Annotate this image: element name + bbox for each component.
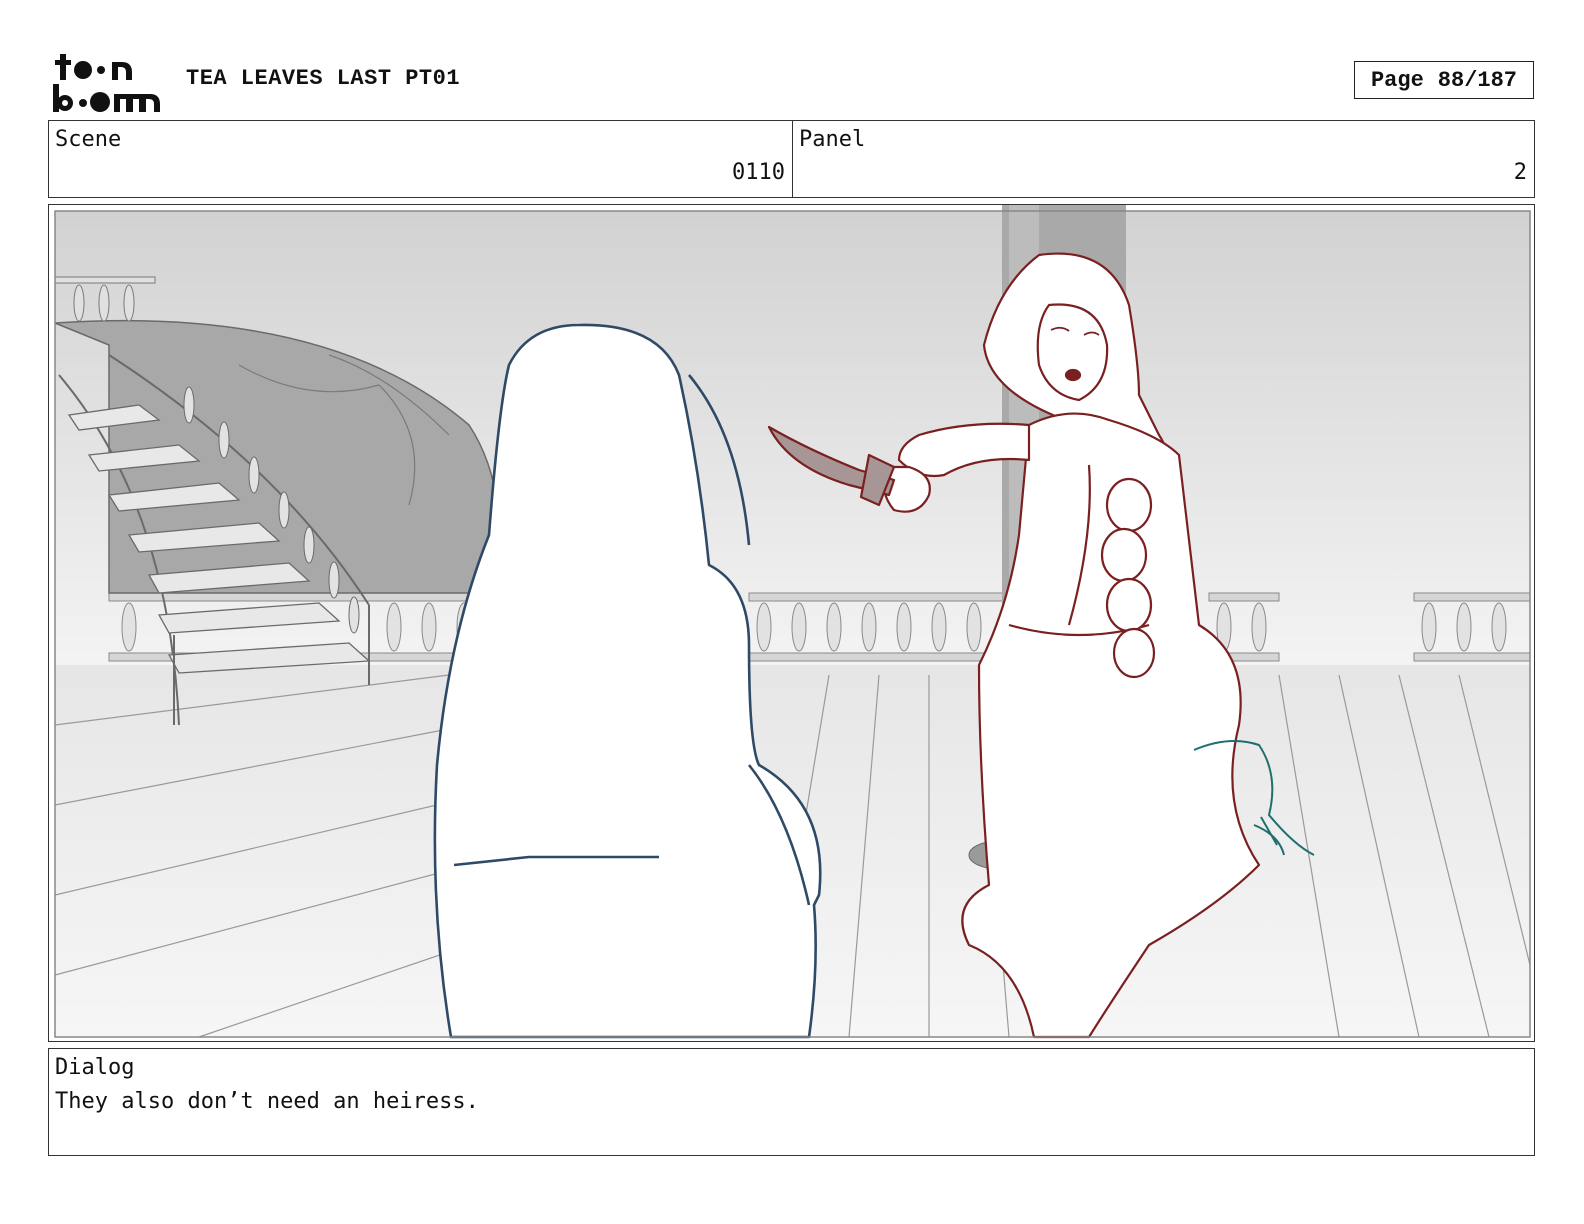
dialog-label: Dialog: [55, 1055, 135, 1080]
toon-boom-logo: [50, 50, 166, 114]
storyboard-sketch: [54, 205, 1531, 1039]
toon-boom-logo-icon: [53, 54, 160, 112]
page-counter: Page 88/187: [1354, 61, 1534, 99]
dialog-text: They also don’t need an heiress.: [55, 1089, 479, 1114]
panel-cell: Panel 2: [793, 121, 1534, 197]
project-title: TEA LEAVES LAST PT01: [186, 66, 461, 91]
page-label: Page: [1370, 67, 1424, 93]
scene-label: Scene: [55, 127, 122, 152]
storyboard-panel-image: [48, 204, 1535, 1042]
scene-value: 0110: [732, 160, 785, 185]
dialog-box: Dialog They also don’t need an heiress.: [48, 1048, 1535, 1156]
panel-label: Panel: [799, 127, 866, 152]
panel-value: 2: [1513, 160, 1527, 185]
page-value: 88/187: [1437, 67, 1518, 93]
scene-cell: Scene 0110: [49, 121, 793, 197]
scene-panel-row: Scene 0110 Panel 2: [48, 120, 1535, 198]
